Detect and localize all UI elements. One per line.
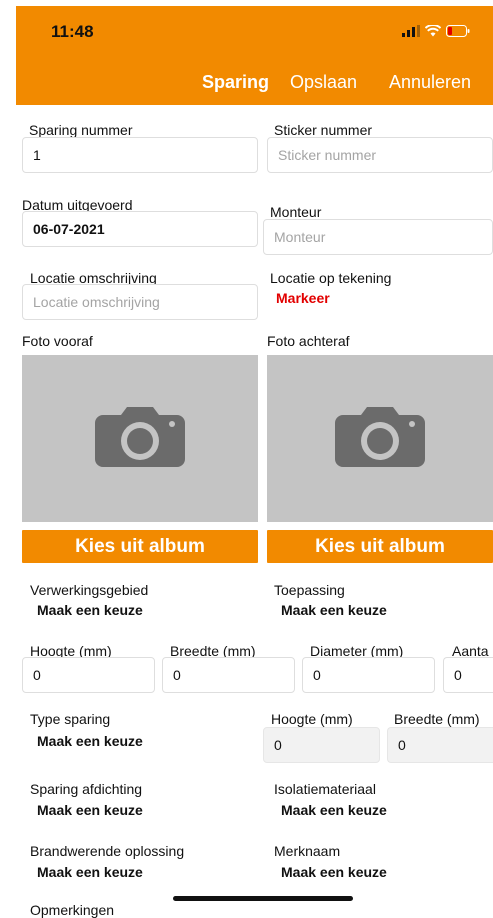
- sparing-afdichting-select[interactable]: Maak een keuze: [37, 802, 143, 818]
- markeer-link[interactable]: Markeer: [276, 290, 330, 306]
- verwerkingsgebied-label: Verwerkingsgebied: [30, 582, 149, 598]
- page-title: Sparing: [202, 72, 270, 92]
- type-breedte-field[interactable]: 0: [387, 727, 493, 763]
- cancel-button[interactable]: Annuleren: [389, 72, 471, 93]
- verwerkingsgebied-select[interactable]: Maak een keuze: [37, 602, 143, 618]
- kies-album-vooraf-button[interactable]: Kies uit album: [22, 530, 258, 563]
- wifi-icon: [424, 24, 442, 42]
- foto-achteraf-placeholder[interactable]: [267, 355, 493, 522]
- camera-icon: [95, 405, 185, 472]
- toepassing-select[interactable]: Maak een keuze: [281, 602, 387, 618]
- type-sparing-select[interactable]: Maak een keuze: [37, 733, 143, 749]
- signal-icon: [402, 24, 420, 42]
- diameter-field[interactable]: 0: [302, 657, 435, 693]
- sparing-nummer-field[interactable]: 1: [22, 137, 258, 173]
- home-indicator: [173, 896, 353, 901]
- foto-vooraf-placeholder[interactable]: [22, 355, 258, 522]
- breedte-field[interactable]: 0: [162, 657, 295, 693]
- merknaam-label: Merknaam: [274, 843, 341, 859]
- isolatiemateriaal-label: Isolatiemateriaal: [274, 781, 376, 797]
- save-button[interactable]: Opslaan: [290, 72, 357, 93]
- monteur-field[interactable]: Monteur: [263, 219, 493, 255]
- battery-icon: [446, 24, 470, 42]
- opmerkingen-label: Opmerkingen: [30, 902, 115, 918]
- camera-icon: [335, 405, 425, 472]
- status-time: 11:48: [51, 22, 94, 41]
- type-hoogte-field[interactable]: 0: [263, 727, 380, 763]
- locatie-tekening-label: Locatie op tekening: [270, 270, 392, 286]
- brandwerende-oplossing-label: Brandwerende oplossing: [30, 843, 185, 859]
- monteur-label: Monteur: [270, 204, 322, 220]
- kies-album-achteraf-button[interactable]: Kies uit album: [267, 530, 493, 563]
- sparing-nummer-label: Sparing nummer: [29, 122, 133, 138]
- status-icons: [402, 24, 470, 42]
- type-hoogte-label: Hoogte (mm): [271, 711, 353, 727]
- hoogte-field[interactable]: 0: [22, 657, 155, 693]
- foto-achteraf-label: Foto achteraf: [267, 333, 350, 349]
- type-sparing-label: Type sparing: [30, 711, 111, 727]
- merknaam-select[interactable]: Maak een keuze: [281, 864, 387, 880]
- datum-field[interactable]: 06-07-2021: [22, 211, 258, 247]
- aantal-field[interactable]: 0: [443, 657, 493, 693]
- sparing-afdichting-label: Sparing afdichting: [30, 781, 143, 797]
- sticker-nummer-field[interactable]: Sticker nummer: [267, 137, 493, 173]
- toepassing-label: Toepassing: [274, 582, 345, 598]
- foto-vooraf-label: Foto vooraf: [22, 333, 93, 349]
- sticker-nummer-label: Sticker nummer: [274, 122, 373, 138]
- isolatiemateriaal-select[interactable]: Maak een keuze: [281, 802, 387, 818]
- type-breedte-label: Breedte (mm): [394, 711, 480, 727]
- brandwerende-oplossing-select[interactable]: Maak een keuze: [37, 864, 143, 880]
- locatie-omschrijving-field[interactable]: Locatie omschrijving: [22, 284, 258, 320]
